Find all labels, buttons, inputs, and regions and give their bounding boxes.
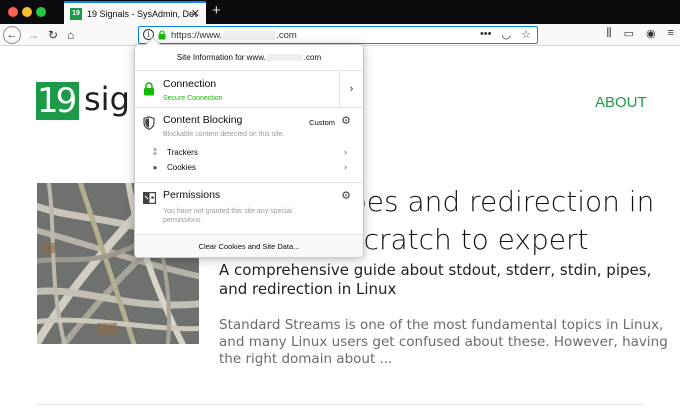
- divider: [36, 404, 644, 405]
- site-info-header-prefix: Site Information for www.: [176, 53, 266, 62]
- tab-close-icon[interactable]: ✕: [191, 7, 200, 20]
- site-logo-text[interactable]: sig: [84, 80, 130, 118]
- chevron-right-icon: ›: [344, 147, 347, 157]
- account-icon[interactable]: ◉: [646, 27, 656, 40]
- gear-icon[interactable]: ⚙: [341, 189, 351, 202]
- site-info-header-suffix: .com: [303, 53, 322, 62]
- connection-title: Connection: [163, 78, 217, 90]
- nav-link-about[interactable]: ABOUT: [595, 94, 647, 111]
- article-subtitle: A comprehensive guide about stdout, stde…: [219, 261, 652, 298]
- toolbar-right: ⫼ ▭ ◉ ≡: [607, 27, 675, 40]
- url-suffix: .com: [276, 30, 297, 41]
- navigation-toolbar: ← → ↻ ⌂ i https://www. .com ••• ◡ ☆ ⫼ ▭ ◉…: [0, 24, 680, 46]
- reload-icon[interactable]: ↻: [48, 27, 58, 43]
- browser-window: 19 19 Signals - SysAdmin, DevOps ✕ + ← →…: [0, 0, 680, 408]
- cookies-row[interactable]: ● Cookies ›: [149, 160, 347, 174]
- pocket-icon[interactable]: ◡: [502, 28, 512, 41]
- blocking-mode-label: Custom: [309, 118, 335, 127]
- permissions-section: Permissions ⚙ You have not granted this …: [135, 183, 363, 235]
- permissions-description: You have not granted this site any speci…: [163, 208, 292, 224]
- article-excerpt: Standard Streams is one of the most fund…: [219, 317, 668, 367]
- tab-strip: 19 19 Signals - SysAdmin, DevOps ✕ +: [0, 0, 680, 24]
- url-bar[interactable]: i https://www. .com ••• ◡ ☆: [138, 26, 538, 44]
- connection-status: Secure Connection: [163, 95, 223, 102]
- active-tab[interactable]: 19 19 Signals - SysAdmin, DevOps ✕: [64, 1, 206, 24]
- permissions-title: Permissions: [163, 189, 221, 201]
- lock-icon: [144, 82, 154, 96]
- tab-title: 19 Signals - SysAdmin, DevOps: [87, 8, 197, 19]
- sidebar-icon[interactable]: ▭: [624, 27, 634, 40]
- site-logo-mark[interactable]: 19: [36, 82, 79, 120]
- more-dots-icon[interactable]: •••: [480, 28, 492, 41]
- gear-icon[interactable]: ⚙: [341, 114, 351, 127]
- url-actions: ••• ◡ ☆: [480, 28, 531, 41]
- zoom-window-button[interactable]: [36, 7, 46, 17]
- clear-cookies-button[interactable]: Clear Cookies and Site Data...: [135, 235, 363, 257]
- content-blocking-title: Content Blocking: [163, 114, 243, 126]
- library-icon[interactable]: ⫼: [607, 27, 612, 40]
- connection-section[interactable]: Connection Secure Connection ›: [135, 71, 363, 108]
- home-icon[interactable]: ⌂: [67, 27, 74, 43]
- cookies-label: Cookies: [167, 162, 196, 172]
- site-info-panel: Site Information for www. .com Connection…: [134, 44, 364, 258]
- forward-arrow-icon[interactable]: →: [27, 27, 39, 43]
- close-window-button[interactable]: [8, 7, 18, 17]
- site-info-header: Site Information for www. .com: [135, 45, 363, 71]
- footprints-icon: ⁑: [153, 147, 157, 157]
- connection-details-button[interactable]: ›: [339, 71, 363, 107]
- trackers-label: Trackers: [167, 147, 198, 157]
- content-blocking-section: Content Blocking Custom ⚙ Blockable cont…: [135, 108, 363, 183]
- url-prefix: https://www.: [171, 30, 223, 41]
- new-tab-button[interactable]: +: [212, 2, 221, 19]
- chevron-right-icon: ›: [349, 83, 354, 95]
- url-text[interactable]: https://www. .com: [171, 30, 297, 41]
- site-favicon-icon: 19: [70, 7, 82, 20]
- minimize-window-button[interactable]: [22, 7, 32, 17]
- permissions-icon: [143, 192, 156, 205]
- chevron-right-icon: ›: [344, 162, 347, 172]
- trackers-row[interactable]: ⁑ Trackers ›: [149, 145, 347, 159]
- redacted-domain: [223, 30, 276, 40]
- shield-icon: [143, 116, 155, 130]
- star-icon[interactable]: ☆: [521, 28, 531, 41]
- lock-icon: [158, 30, 166, 40]
- content-blocking-description: Blockable content detected on this site.: [163, 131, 285, 138]
- cookie-icon: ●: [152, 162, 158, 172]
- hamburger-menu-icon[interactable]: ≡: [668, 27, 674, 40]
- redacted-domain: [266, 54, 303, 61]
- back-arrow-icon[interactable]: ←: [3, 26, 21, 44]
